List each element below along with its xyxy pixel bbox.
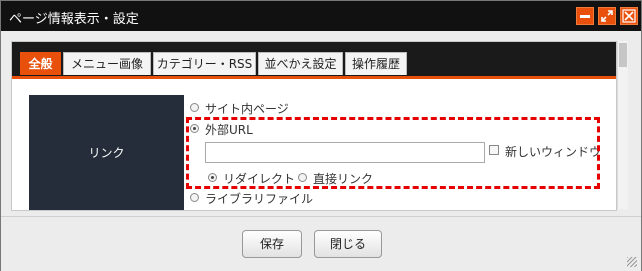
- link-label-text: リンク: [88, 146, 125, 160]
- link-row-label: リンク: [29, 95, 184, 210]
- expand-icon[interactable]: [598, 7, 616, 25]
- close-button[interactable]: 閉じる: [314, 230, 382, 258]
- dialog-title: ページ情報表示・設定: [9, 12, 139, 27]
- tab-general[interactable]: 全般: [20, 52, 61, 75]
- library-file-label[interactable]: ライブラリファイル: [205, 190, 313, 207]
- tab-history[interactable]: 操作履歴: [345, 52, 407, 75]
- title-bar[interactable]: ページ情報表示・設定: [1, 1, 641, 31]
- minimize-glyph: [580, 15, 590, 18]
- save-button[interactable]: 保存: [242, 230, 302, 258]
- vertical-scrollbar[interactable]: [617, 41, 628, 209]
- highlight-box: [186, 117, 600, 189]
- tab-menu-image[interactable]: メニュー画像: [63, 52, 151, 75]
- radio-library-file[interactable]: [190, 193, 199, 202]
- close-glyph: [622, 9, 636, 23]
- tab-category-rss[interactable]: カテゴリー・RSS: [153, 52, 256, 75]
- radio-internal-page[interactable]: [190, 103, 199, 112]
- resize-grip-icon[interactable]: [627, 257, 637, 267]
- close-icon[interactable]: [620, 7, 638, 25]
- expand-glyph: [601, 10, 613, 22]
- dialog-content: 全般 メニュー画像 カテゴリー・RSS 並べかえ設定 操作履歴 リンク サイト内…: [11, 41, 617, 211]
- scrollbar-thumb[interactable]: [619, 43, 627, 67]
- tab-sort-settings[interactable]: 並べかえ設定: [258, 52, 343, 75]
- minimize-icon[interactable]: [576, 7, 594, 25]
- tab-bar: 全般 メニュー画像 カテゴリー・RSS 並べかえ設定 操作履歴: [12, 42, 616, 79]
- internal-page-label[interactable]: サイト内ページ: [205, 100, 289, 117]
- dialog-window: ページ情報表示・設定 全般 メニュー画像 カテゴリー・RSS 並べかえ設定 操作…: [0, 0, 642, 271]
- dialog-footer: 保存 閉じる: [1, 216, 641, 271]
